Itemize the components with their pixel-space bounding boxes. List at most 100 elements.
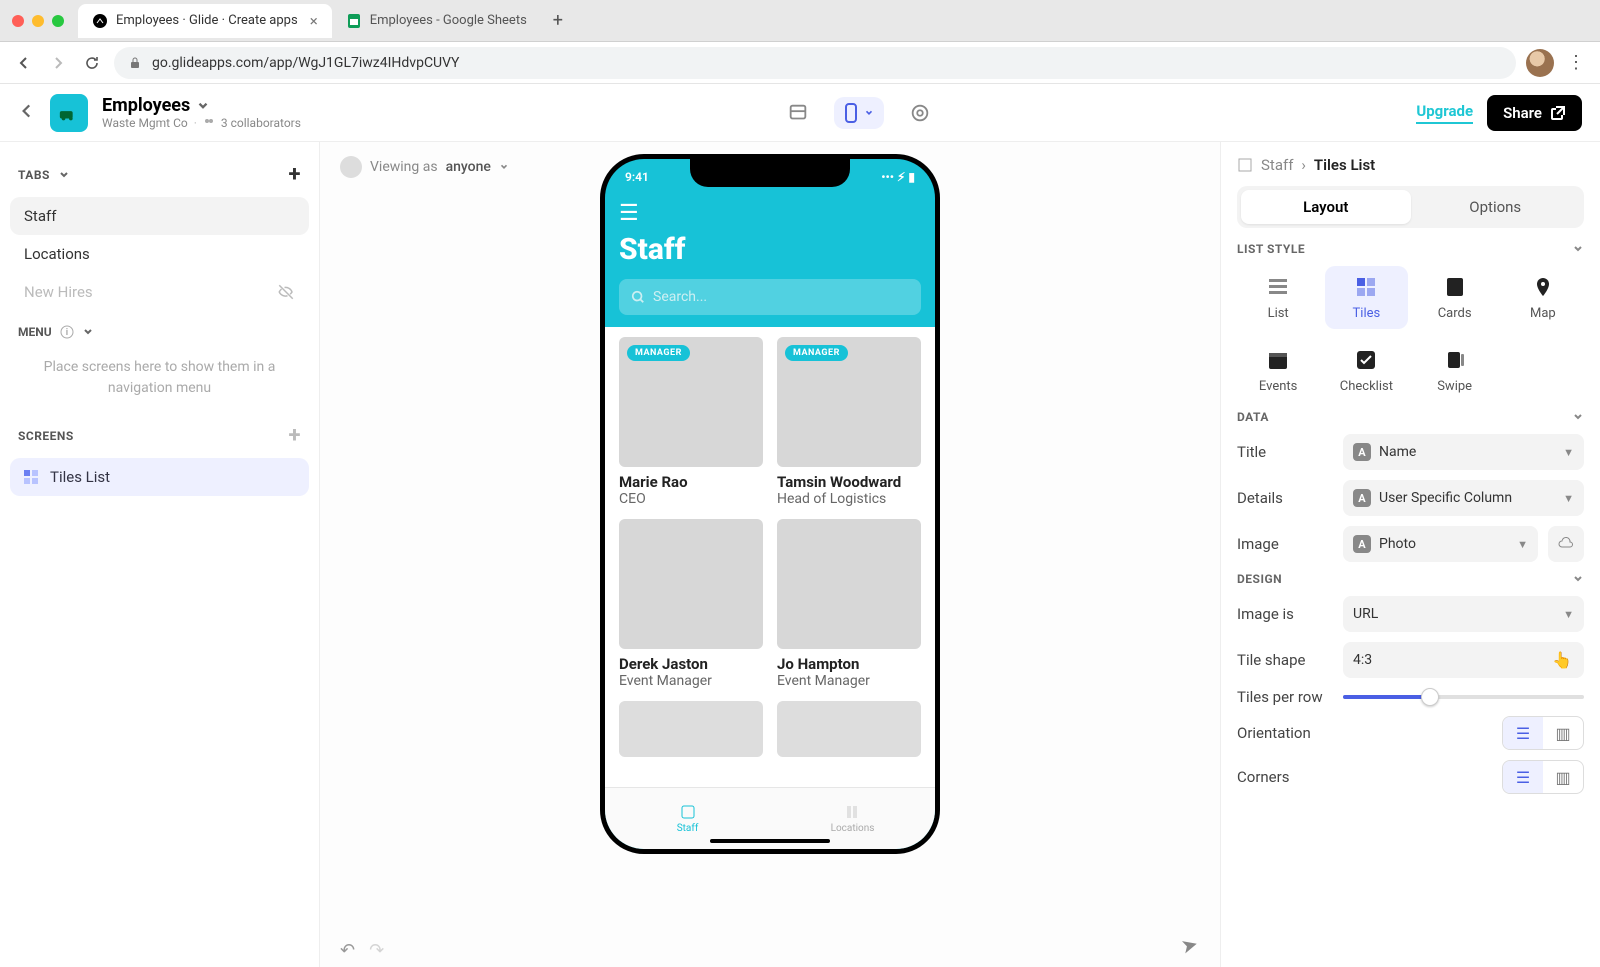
style-checklist[interactable]: Checklist bbox=[1325, 339, 1407, 402]
forward-button[interactable] bbox=[46, 51, 70, 75]
search-input[interactable]: Search... bbox=[619, 279, 921, 315]
tile-role: CEO bbox=[619, 491, 763, 507]
viewing-as-pill[interactable]: Viewing as anyone bbox=[340, 156, 509, 178]
tab-title: Employees · Glide · Create apps bbox=[116, 13, 298, 28]
tiles-icon bbox=[22, 468, 40, 486]
details-select[interactable]: AUser Specific Column▼ bbox=[1343, 480, 1584, 516]
image-label: Image bbox=[1237, 535, 1333, 553]
sidebar-tab-newhires[interactable]: New Hires bbox=[10, 273, 309, 311]
horizontal-icon[interactable]: ☰ bbox=[1503, 717, 1543, 749]
list-style-header[interactable]: LIST STYLE bbox=[1237, 242, 1584, 256]
staff-tile[interactable]: MANAGER Marie RaoCEO bbox=[619, 337, 763, 507]
staff-icon bbox=[679, 803, 697, 821]
search-icon bbox=[631, 290, 645, 304]
square-icon[interactable]: ▥ bbox=[1543, 761, 1583, 793]
menu-section-header[interactable]: MENU i bbox=[10, 311, 309, 343]
back-button[interactable] bbox=[12, 51, 36, 75]
seg-layout[interactable]: Layout bbox=[1241, 190, 1411, 224]
design-header[interactable]: DESIGN bbox=[1237, 572, 1584, 586]
corners-toggle[interactable]: ☰▥ bbox=[1502, 760, 1584, 794]
minimize-window[interactable] bbox=[32, 15, 44, 27]
browser-tab-active[interactable]: Employees · Glide · Create apps × bbox=[78, 4, 332, 38]
tilesperrow-slider[interactable] bbox=[1343, 695, 1584, 699]
rounded-icon[interactable]: ☰ bbox=[1503, 761, 1543, 793]
orientation-toggle[interactable]: ☰▥ bbox=[1502, 716, 1584, 750]
settings-gear-button[interactable] bbox=[900, 93, 940, 133]
external-link-icon bbox=[1550, 105, 1566, 121]
add-screen-button[interactable]: + bbox=[289, 423, 302, 448]
image-select[interactable]: APhoto▼ bbox=[1343, 526, 1538, 562]
close-window[interactable] bbox=[12, 15, 24, 27]
staff-tile[interactable] bbox=[777, 701, 921, 757]
info-icon: i bbox=[60, 325, 74, 339]
crumb-parent[interactable]: Staff bbox=[1261, 156, 1293, 174]
browser-toolbar: go.glideapps.com/app/WgJ1GL7iwz4IHdvpCUV… bbox=[0, 42, 1600, 84]
app-title[interactable]: Employees bbox=[102, 95, 301, 116]
imageis-select[interactable]: URL▼ bbox=[1343, 596, 1584, 632]
maximize-window[interactable] bbox=[52, 15, 64, 27]
canvas: Viewing as anyone 9:41 ••• ⚡︎ ▮ ☰ Staff … bbox=[320, 142, 1220, 967]
phone-view-button[interactable] bbox=[834, 97, 884, 129]
layout-options-toggle: Layout Options bbox=[1237, 186, 1584, 228]
style-map[interactable]: Map bbox=[1502, 266, 1584, 329]
reload-button[interactable] bbox=[80, 51, 104, 75]
tileshape-label: Tile shape bbox=[1237, 651, 1333, 669]
home-indicator bbox=[710, 839, 830, 843]
data-header[interactable]: DATA bbox=[1237, 410, 1584, 424]
style-cards[interactable]: Cards bbox=[1414, 266, 1496, 329]
sidebar-tab-staff[interactable]: Staff bbox=[10, 197, 309, 235]
list-icon bbox=[1265, 274, 1291, 300]
inspector-panel: Staff › Tiles List Layout Options LIST S… bbox=[1220, 142, 1600, 967]
new-tab-button[interactable]: + bbox=[541, 2, 575, 39]
undo-redo: ↶ ↷ bbox=[340, 940, 384, 961]
layout-icon bbox=[1237, 157, 1253, 173]
staff-tile[interactable]: Derek JastonEvent Manager bbox=[619, 519, 763, 689]
tilesperrow-label: Tiles per row bbox=[1237, 688, 1333, 706]
map-icon bbox=[1530, 274, 1556, 300]
add-tab-button[interactable]: + bbox=[289, 162, 302, 187]
chevron-down-icon bbox=[1572, 243, 1584, 255]
tileshape-select[interactable]: 4:3👆 bbox=[1343, 642, 1584, 678]
style-swipe[interactable]: Swipe bbox=[1414, 339, 1496, 402]
seg-options[interactable]: Options bbox=[1411, 190, 1581, 224]
chevron-down-icon bbox=[499, 162, 509, 172]
style-list[interactable]: List bbox=[1237, 266, 1319, 329]
address-bar[interactable]: go.glideapps.com/app/WgJ1GL7iwz4IHdvpCUV… bbox=[114, 47, 1516, 79]
upload-button[interactable] bbox=[1548, 526, 1584, 562]
style-events[interactable]: Events bbox=[1237, 339, 1319, 402]
title-select[interactable]: AName▼ bbox=[1343, 434, 1584, 470]
undo-button[interactable]: ↶ bbox=[340, 940, 355, 961]
redo-button[interactable]: ↷ bbox=[369, 940, 384, 961]
upgrade-link[interactable]: Upgrade bbox=[1416, 102, 1473, 124]
sidebar-tab-locations[interactable]: Locations bbox=[10, 235, 309, 273]
chevron-down-icon bbox=[1572, 573, 1584, 585]
browser-menu-icon[interactable]: ⋮ bbox=[1564, 52, 1588, 73]
screen-tiles-list[interactable]: Tiles List bbox=[10, 458, 309, 496]
phone-preview: 9:41 ••• ⚡︎ ▮ ☰ Staff Search... MANAGERM… bbox=[600, 154, 940, 854]
app-back-button[interactable] bbox=[18, 102, 36, 124]
corners-label: Corners bbox=[1237, 768, 1333, 786]
close-tab-icon[interactable]: × bbox=[310, 12, 318, 30]
checklist-icon bbox=[1353, 347, 1379, 373]
imageis-label: Image is bbox=[1237, 605, 1333, 623]
profile-avatar[interactable] bbox=[1526, 49, 1554, 77]
tabs-section-header[interactable]: TABS + bbox=[10, 152, 309, 197]
manager-badge: MANAGER bbox=[627, 345, 690, 361]
tile-image: MANAGER bbox=[777, 337, 921, 467]
staff-tile[interactable] bbox=[619, 701, 763, 757]
staff-tile[interactable]: Jo HamptonEvent Manager bbox=[777, 519, 921, 689]
staff-tile[interactable]: MANAGERTamsin WoodwardHead of Logistics bbox=[777, 337, 921, 507]
tile-name: Marie Rao bbox=[619, 473, 763, 491]
window-controls bbox=[12, 15, 64, 27]
title-label: Title bbox=[1237, 443, 1333, 461]
breadcrumb: Staff › Tiles List bbox=[1237, 156, 1584, 174]
orientation-label: Orientation bbox=[1237, 724, 1333, 742]
share-button[interactable]: Share bbox=[1487, 95, 1582, 131]
hamburger-icon[interactable]: ☰ bbox=[619, 201, 921, 226]
style-tiles[interactable]: Tiles bbox=[1325, 266, 1407, 329]
vertical-icon[interactable]: ▥ bbox=[1543, 717, 1583, 749]
signal-icons: ••• ⚡︎ ▮ bbox=[881, 170, 915, 184]
tablet-view-button[interactable] bbox=[778, 93, 818, 133]
browser-tab[interactable]: Employees - Google Sheets bbox=[332, 5, 541, 37]
chevron-down-icon bbox=[58, 169, 70, 181]
